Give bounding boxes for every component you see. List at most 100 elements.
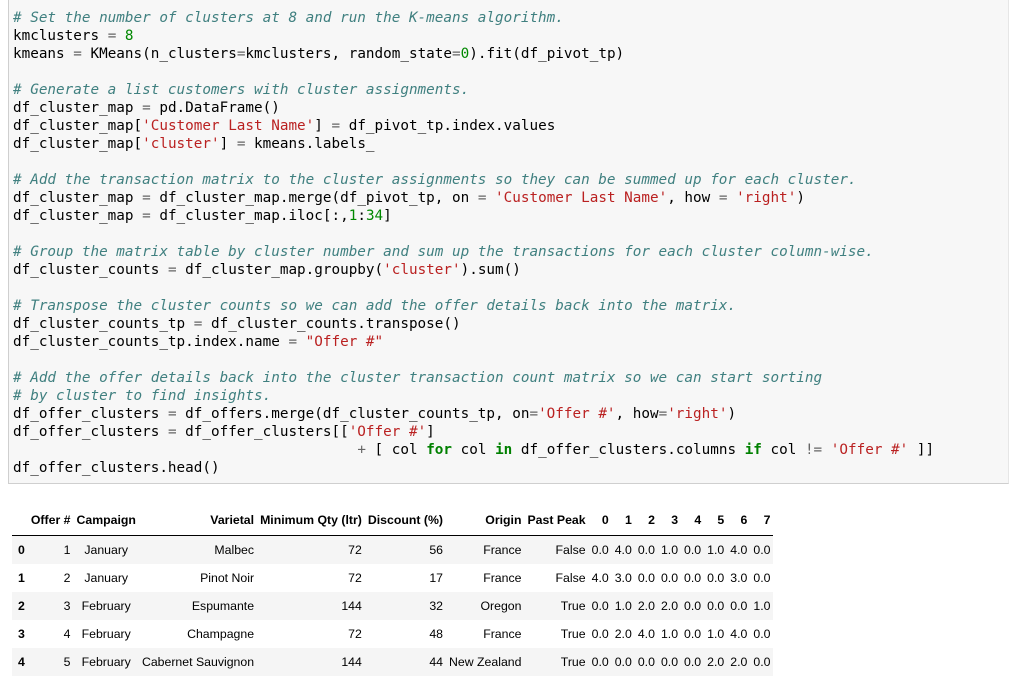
code-line: df_cluster_map['cluster'] = kmeans.label… [13, 135, 934, 153]
code-line: df_cluster_map = pd.DataFrame() [13, 99, 934, 117]
column-header-c5: 5 [704, 504, 728, 536]
table-cell-past-peak: True [560, 599, 586, 613]
code-cell[interactable]: # Set the number of clusters at 8 and ru… [8, 0, 1009, 484]
code-token: ] [219, 136, 237, 152]
code-line: + [ col for col in df_offer_clusters.col… [13, 441, 934, 459]
table-cell-discount: 48 [429, 627, 444, 641]
table-cell-discount: 32 [429, 599, 444, 613]
code-token: KMeans(n_clusters [81, 46, 237, 62]
code-token: kmeans [13, 46, 74, 62]
table-cell-c6: 2.0 [730, 655, 748, 669]
code-token: df_offer_clusters [13, 424, 168, 440]
code-token: 'cluster' [383, 262, 461, 278]
output-area: Offer # Campaign Varietal Minimum Qty (ltr)… [12, 504, 774, 676]
code-token: = [73, 46, 82, 62]
code-token: kmeans.labels_ [245, 136, 375, 152]
code-token: df_cluster_counts [13, 262, 168, 278]
table-cell-c5: 1.0 [707, 543, 725, 557]
code-token: df_offer_clusters.head() [13, 460, 220, 476]
table-cell-c0: 0.0 [591, 543, 609, 557]
row-index: 4 [18, 655, 25, 669]
table-row: 0 1 January Malbec 72 56 France False 0.0 4.0 0.0 1… [12, 535, 774, 564]
code-token: df_offer_clusters [13, 406, 168, 422]
column-header-c1: 1 [611, 504, 635, 536]
code-comment: # Add the offer details back into the cl… [13, 370, 823, 386]
code-token: = [167, 406, 177, 422]
column-header-index [12, 504, 28, 536]
table-cell-c4: 0.0 [684, 599, 702, 613]
column-header-c7: 7 [750, 504, 774, 536]
column-header-c6: 6 [727, 504, 751, 536]
code-token: ] [426, 424, 435, 440]
code-token: 8 [124, 28, 134, 44]
table-cell-campaign: January [84, 571, 129, 585]
table-cell-campaign: February [81, 627, 131, 641]
code-line: df_cluster_counts = df_cluster_map.group… [13, 261, 934, 279]
column-header-c0: 0 [588, 504, 612, 536]
code-token: = [331, 118, 341, 134]
table-cell-offer: 3 [63, 599, 71, 613]
code-token: 'Offer #' [538, 406, 616, 422]
code-token: if [744, 442, 762, 458]
code-line: ​ [13, 279, 934, 297]
table-cell-discount: 44 [429, 655, 444, 669]
code-token: for [426, 442, 453, 458]
table-cell-varietal: Malbec [214, 543, 255, 557]
row-index: 0 [18, 543, 25, 557]
table-cell-varietal: Pinot Noir [200, 571, 255, 585]
code-token: df_cluster_map [13, 208, 143, 224]
code-comment: # Group the matrix table by cluster numb… [13, 244, 874, 260]
row-index: 2 [18, 599, 25, 613]
table-cell-c7: 0.0 [753, 627, 771, 641]
column-header-varietal: Varietal [138, 504, 258, 536]
table-cell-origin: France [483, 571, 522, 585]
table-cell-discount: 17 [429, 571, 444, 585]
table-cell-min-qty: 144 [341, 599, 362, 613]
table-cell-c0: 0.0 [591, 655, 609, 669]
table-cell-c4: 0.0 [684, 655, 702, 669]
code-token: ).sum() [460, 262, 521, 278]
table-cell-c3: 2.0 [660, 599, 679, 613]
code-comment: # Add the transaction matrix to the clus… [13, 172, 857, 188]
table-cell-c4: 0.0 [684, 543, 702, 557]
table-cell-varietal: Champagne [187, 627, 255, 641]
table-cell-offer: 1 [63, 543, 71, 557]
code-token: "Offer #" [305, 334, 384, 350]
code-token: [ col [365, 442, 427, 458]
code-token: pd.DataFrame() [150, 100, 280, 116]
code-token: 'right' [667, 406, 728, 422]
table-cell-past-peak: False [555, 571, 586, 585]
table-cell-c2: 0.0 [637, 543, 655, 557]
table-cell-c2: 4.0 [637, 627, 655, 641]
table-cell-c2: 0.0 [637, 655, 655, 669]
column-header-discount: Discount (%) [364, 504, 447, 536]
code-token: ).fit(df_pivot_tp) [469, 46, 625, 62]
column-header-campaign: Campaign [73, 504, 139, 536]
code-line: # by cluster to find insights. [13, 387, 934, 405]
table-cell-c1: 3.0 [614, 571, 632, 585]
code-token: df_offer_clusters.columns [512, 442, 745, 458]
code-token: ) [727, 406, 737, 422]
code-token: df_cluster_map[ [13, 136, 143, 152]
code-token: = [167, 262, 177, 278]
code-token: 'right' [736, 190, 797, 206]
table-cell-c6: 0.0 [730, 599, 748, 613]
code-token: = [142, 190, 151, 206]
code-line: df_offer_clusters = df_offers.merge(df_c… [13, 405, 934, 423]
code-token: df_cluster_map[ [13, 118, 143, 134]
code-token: = [167, 424, 177, 440]
code-line: kmeans = KMeans(n_clusters=kmclusters, r… [13, 45, 934, 63]
code-line: # Set the number of clusters at 8 and ru… [13, 9, 934, 27]
code-line: # Group the matrix table by cluster numb… [13, 243, 934, 261]
code-token: 'Offer #' [348, 424, 427, 440]
table-cell-c6: 4.0 [730, 543, 748, 557]
code-token: ]] [908, 442, 935, 458]
code-token: 0 [460, 46, 470, 62]
column-header-c4: 4 [681, 504, 705, 536]
code-line: ​ [13, 63, 934, 81]
code-editor[interactable]: # Set the number of clusters at 8 and ru… [13, 9, 934, 477]
table-cell-offer: 4 [63, 627, 71, 641]
